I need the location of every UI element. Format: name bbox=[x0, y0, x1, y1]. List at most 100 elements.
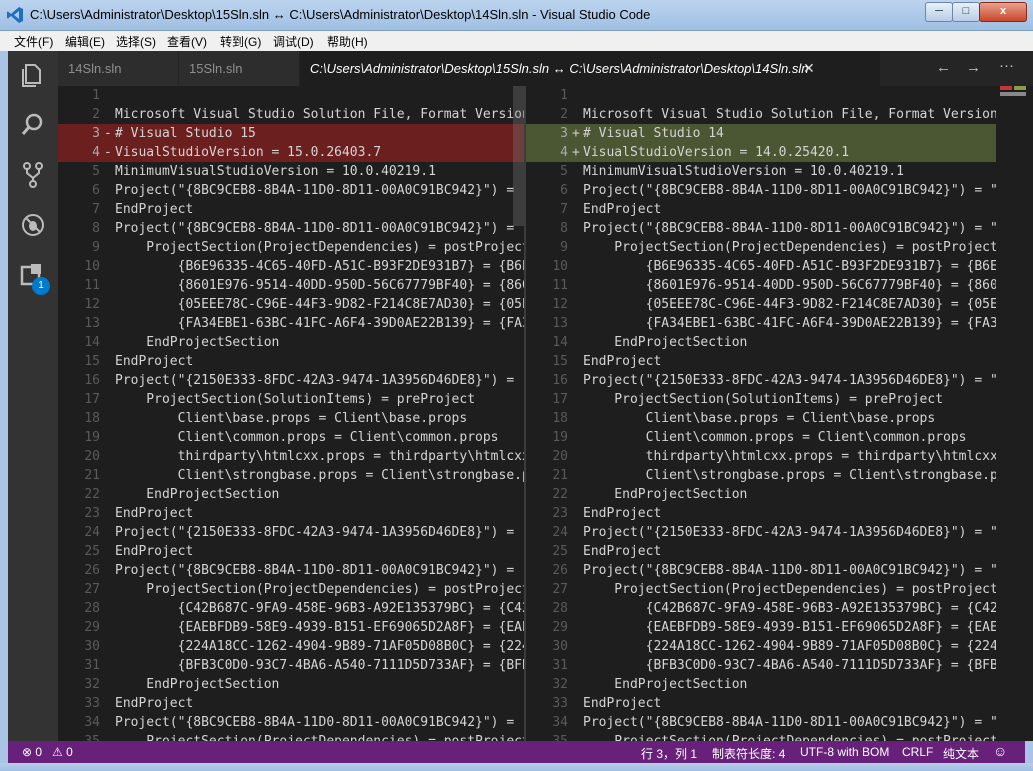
code-line[interactable]: 12 {05EEE78C-C96E-44F3-9D82-F214C8E7AD30… bbox=[58, 295, 524, 314]
diff-modified-pane[interactable]: 1 2 Microsoft Visual Studio Solution File,… bbox=[526, 86, 996, 741]
code-line[interactable]: 28 {C42B687C-9FA9-458E-96B3-A92E135379BC… bbox=[58, 599, 524, 618]
code-line[interactable]: 2 Microsoft Visual Studio Solution File, … bbox=[58, 105, 524, 124]
code-line[interactable]: 28 {C42B687C-9FA9-458E-96B3-A92E135379BC… bbox=[526, 599, 996, 618]
code-line[interactable]: 25 EndProject bbox=[526, 542, 996, 561]
code-line[interactable]: 14 EndProjectSection bbox=[526, 333, 996, 352]
menu-goto[interactable]: 转到(G) bbox=[220, 33, 261, 50]
overview-thumb[interactable] bbox=[1000, 92, 1026, 96]
code-line[interactable]: 13 {FA34EBE1-63BC-41FC-A6F4-39D0AE22B139… bbox=[526, 314, 996, 333]
code-line[interactable]: 3- # Visual Studio 15 bbox=[58, 124, 524, 143]
code-line[interactable]: 29 {EAEBFDB9-58E9-4939-B151-EF69065D2A8F… bbox=[58, 618, 524, 637]
menu-debug[interactable]: 调试(D) bbox=[273, 33, 314, 50]
warnings-indicator[interactable]: ⚠ 0 bbox=[52, 745, 73, 759]
code-line[interactable]: 22 EndProjectSection bbox=[58, 485, 524, 504]
code-line[interactable]: 23 EndProject bbox=[58, 504, 524, 523]
code-line[interactable]: 8 Project("{8BC9CEB8-8B4A-11D0-8D11-00A0C… bbox=[526, 219, 996, 238]
menu-help[interactable]: 帮助(H) bbox=[327, 33, 368, 50]
code-line[interactable]: 24 Project("{2150E333-8FDC-42A3-9474-1A39… bbox=[526, 523, 996, 542]
code-line[interactable]: 16 Project("{2150E333-8FDC-42A3-9474-1A39… bbox=[526, 371, 996, 390]
code-line[interactable]: 21 Client\strongbase.props = Client\stro… bbox=[526, 466, 996, 485]
code-line[interactable]: 35 ProjectSection(ProjectDependencies) =… bbox=[526, 732, 996, 741]
code-line[interactable]: 6 Project("{8BC9CEB8-8B4A-11D0-8D11-00A0C… bbox=[526, 181, 996, 200]
diff-original-pane[interactable]: 1 2 Microsoft Visual Studio Solution File,… bbox=[58, 86, 524, 741]
code-line[interactable]: 15 EndProject bbox=[526, 352, 996, 371]
code-line[interactable]: 10 {B6E96335-4C65-40FD-A51C-B93F2DE931B7… bbox=[526, 257, 996, 276]
code-line[interactable]: 8 Project("{8BC9CEB8-8B4A-11D0-8D11-00A0C… bbox=[58, 219, 524, 238]
code-line[interactable]: 26 Project("{8BC9CEB8-8B4A-11D0-8D11-00A0… bbox=[526, 561, 996, 580]
code-line[interactable]: 35 ProjectSection(ProjectDependencies) =… bbox=[58, 732, 524, 741]
code-line[interactable]: 30 {224A18CC-1262-4904-9B89-71AF05D08B0C… bbox=[58, 637, 524, 656]
search-icon[interactable] bbox=[19, 111, 47, 139]
code-line[interactable]: 11 {8601E976-9514-40DD-950D-56C67779BF40… bbox=[58, 276, 524, 295]
menu-edit[interactable]: 编辑(E) bbox=[65, 33, 105, 50]
code-line[interactable]: 7 EndProject bbox=[526, 200, 996, 219]
code-line[interactable]: 4 + VisualStudioVersion = 14.0.25420.1 bbox=[526, 143, 996, 162]
code-line[interactable]: 1 bbox=[58, 86, 524, 105]
code-line[interactable]: 19 Client\common.props = Client\common.p… bbox=[58, 428, 524, 447]
tab-15sln[interactable]: 15Sln.sln bbox=[179, 51, 299, 86]
code-line[interactable]: 9 ProjectSection(ProjectDependencies) = … bbox=[526, 238, 996, 257]
code-line[interactable]: 11 {8601E976-9514-40DD-950D-56C67779BF40… bbox=[526, 276, 996, 295]
code-line[interactable]: 10 {B6E96335-4C65-40FD-A51C-B93F2DE931B7… bbox=[58, 257, 524, 276]
encoding[interactable]: UTF-8 with BOM bbox=[800, 745, 889, 759]
tab-diff[interactable]: C:\Users\Administrator\Desktop\15Sln.sln… bbox=[300, 51, 880, 86]
code-line[interactable]: 3 + # Visual Studio 14 bbox=[526, 124, 996, 143]
tab-14sln[interactable]: 14Sln.sln bbox=[58, 51, 178, 86]
feedback-icon[interactable]: ☺ bbox=[993, 743, 1007, 759]
code-line[interactable]: 34 Project("{8BC9CEB8-8B4A-11D0-8D11-00A0… bbox=[58, 713, 524, 732]
code-line[interactable]: 20 thirdparty\htmlcxx.props = thirdparty… bbox=[526, 447, 996, 466]
minimize-button[interactable]: ─ bbox=[925, 2, 953, 22]
code-line[interactable]: 21 Client\strongbase.props = Client\stro… bbox=[58, 466, 524, 485]
close-window-button[interactable]: x bbox=[979, 2, 1027, 22]
previous-change-icon[interactable]: ← bbox=[936, 59, 951, 76]
left-scrollbar-thumb[interactable] bbox=[513, 86, 524, 226]
code-line[interactable]: 12 {05EEE78C-C96E-44F3-9D82-F214C8E7AD30… bbox=[526, 295, 996, 314]
code-line[interactable]: 22 EndProjectSection bbox=[526, 485, 996, 504]
code-line[interactable]: 16 Project("{2150E333-8FDC-42A3-9474-1A39… bbox=[58, 371, 524, 390]
maximize-button[interactable]: □ bbox=[952, 2, 980, 22]
code-line[interactable]: 1 bbox=[526, 86, 996, 105]
code-line[interactable]: 24 Project("{2150E333-8FDC-42A3-9474-1A39… bbox=[58, 523, 524, 542]
source-control-icon[interactable] bbox=[19, 161, 47, 189]
code-line[interactable]: 4- VisualStudioVersion = 15.0.26403.7 bbox=[58, 143, 524, 162]
errors-indicator[interactable]: ⊗ 0 bbox=[22, 745, 42, 759]
code-line[interactable]: 18 Client\base.props = Client\base.props bbox=[58, 409, 524, 428]
code-line[interactable]: 26 Project("{8BC9CEB8-8B4A-11D0-8D11-00A0… bbox=[58, 561, 524, 580]
code-line[interactable]: 14 EndProjectSection bbox=[58, 333, 524, 352]
code-line[interactable]: 29 {EAEBFDB9-58E9-4939-B151-EF69065D2A8F… bbox=[526, 618, 996, 637]
menu-file[interactable]: 文件(F) bbox=[14, 33, 53, 50]
overview-ruler[interactable] bbox=[996, 86, 1033, 741]
code-line[interactable]: 17 ProjectSection(SolutionItems) = prePr… bbox=[526, 390, 996, 409]
explorer-icon[interactable] bbox=[19, 61, 47, 89]
code-line[interactable]: 2 Microsoft Visual Studio Solution File, … bbox=[526, 105, 996, 124]
code-line[interactable]: 34 Project("{8BC9CEB8-8B4A-11D0-8D11-00A0… bbox=[526, 713, 996, 732]
code-line[interactable]: 7 EndProject bbox=[58, 200, 524, 219]
code-line[interactable]: 18 Client\base.props = Client\base.props bbox=[526, 409, 996, 428]
end-of-line[interactable]: CRLF bbox=[902, 745, 933, 759]
close-tab-icon[interactable]: ✕ bbox=[803, 51, 815, 86]
language-mode[interactable]: 纯文本 bbox=[943, 745, 979, 762]
code-line[interactable]: 13 {FA34EBE1-63BC-41FC-A6F4-39D0AE22B139… bbox=[58, 314, 524, 333]
code-line[interactable]: 27 ProjectSection(ProjectDependencies) =… bbox=[58, 580, 524, 599]
code-line[interactable]: 32 EndProjectSection bbox=[58, 675, 524, 694]
code-line[interactable]: 23 EndProject bbox=[526, 504, 996, 523]
menu-selection[interactable]: 选择(S) bbox=[116, 33, 156, 50]
code-line[interactable]: 20 thirdparty\htmlcxx.props = thirdparty… bbox=[58, 447, 524, 466]
more-actions-icon[interactable]: ··· bbox=[999, 57, 1014, 74]
code-line[interactable]: 33 EndProject bbox=[58, 694, 524, 713]
debug-icon[interactable] bbox=[19, 211, 47, 239]
next-change-icon[interactable]: → bbox=[966, 59, 981, 76]
menu-view[interactable]: 查看(V) bbox=[167, 33, 207, 50]
code-line[interactable]: 31 {BFB3C0D0-93C7-4BA6-A540-7111D5D733AF… bbox=[58, 656, 524, 675]
code-line[interactable]: 19 Client\common.props = Client\common.p… bbox=[526, 428, 996, 447]
code-line[interactable]: 30 {224A18CC-1262-4904-9B89-71AF05D08B0C… bbox=[526, 637, 996, 656]
code-line[interactable]: 25 EndProject bbox=[58, 542, 524, 561]
cursor-position[interactable]: 行 3，列 1 bbox=[641, 745, 697, 762]
code-line[interactable]: 33 EndProject bbox=[526, 694, 996, 713]
tab-size[interactable]: 制表符长度: 4 bbox=[712, 745, 785, 762]
code-line[interactable]: 6 Project("{8BC9CEB8-8B4A-11D0-8D11-00A0C… bbox=[58, 181, 524, 200]
code-line[interactable]: 32 EndProjectSection bbox=[526, 675, 996, 694]
code-line[interactable]: 31 {BFB3C0D0-93C7-4BA6-A540-7111D5D733AF… bbox=[526, 656, 996, 675]
code-line[interactable]: 5 MinimumVisualStudioVersion = 10.0.40219… bbox=[58, 162, 524, 181]
code-line[interactable]: 17 ProjectSection(SolutionItems) = prePr… bbox=[58, 390, 524, 409]
